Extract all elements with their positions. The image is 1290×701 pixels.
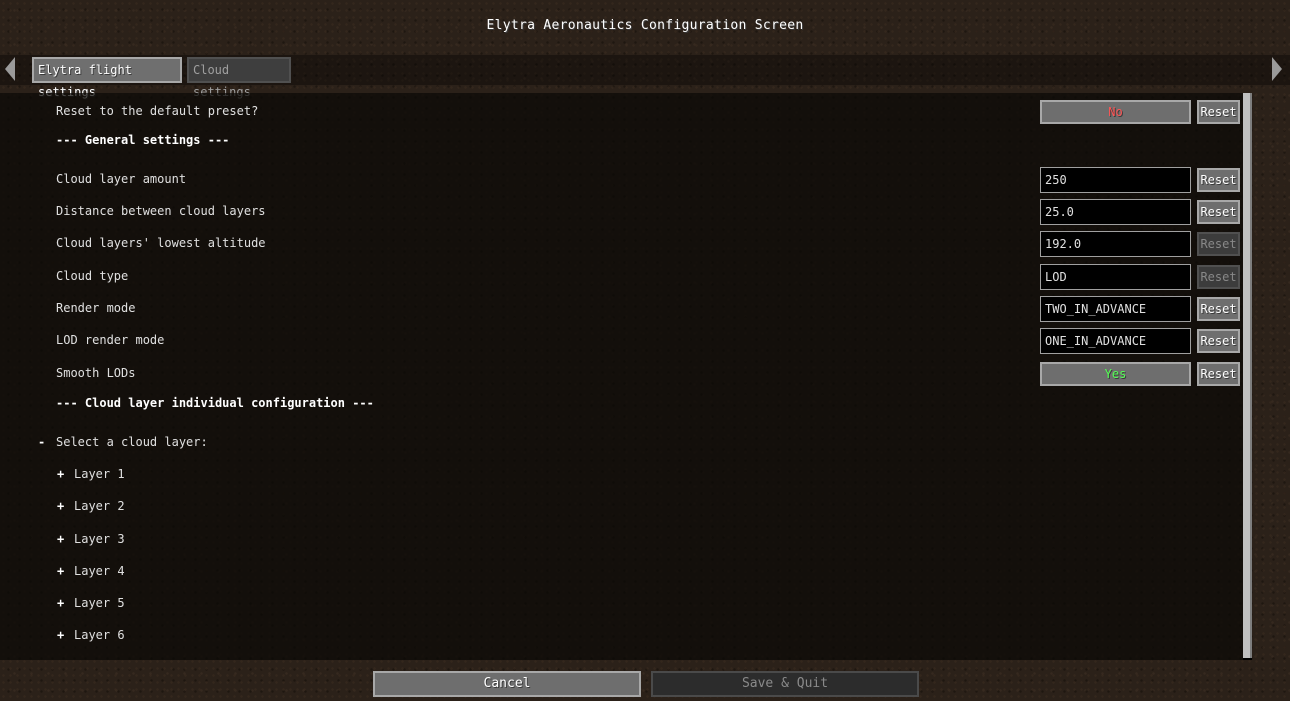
expand-icon[interactable]: + bbox=[57, 532, 64, 546]
expand-icon[interactable]: + bbox=[57, 628, 64, 642]
cloud-type-field[interactable]: LOD bbox=[1040, 264, 1191, 290]
setting-label: Smooth LODs bbox=[56, 366, 136, 380]
tab-cloud-settings[interactable]: Cloud settings bbox=[187, 57, 291, 99]
setting-cloud-type: Cloud type LOD Reset bbox=[0, 264, 1250, 290]
section-general-settings: --- General settings --- bbox=[0, 128, 1250, 154]
lowest-altitude-field[interactable]: 192.0 bbox=[1040, 231, 1191, 257]
setting-render-mode: Render mode TWO_IN_ADVANCE Reset bbox=[0, 296, 1250, 322]
setting-label: Cloud layers' lowest altitude bbox=[56, 236, 266, 250]
tab-scroll-right-icon[interactable] bbox=[1272, 57, 1282, 81]
setting-label: Reset to the default preset? bbox=[56, 104, 259, 118]
layer-label: Layer 1 bbox=[74, 467, 125, 481]
render-mode-field[interactable]: TWO_IN_ADVANCE bbox=[1040, 296, 1191, 322]
collapse-icon[interactable]: - bbox=[38, 435, 45, 449]
setting-distance-between-layers: Distance between cloud layers 25.0 Reset bbox=[0, 199, 1250, 225]
tab-elytra-flight-settings[interactable]: Elytra flight settings bbox=[32, 57, 182, 99]
toggle-value: Yes bbox=[1104, 367, 1127, 381]
layer-label: Layer 5 bbox=[74, 596, 125, 610]
layer-item[interactable]: + Layer 5 bbox=[0, 591, 1250, 617]
smooth-lods-toggle[interactable]: Yes bbox=[1040, 362, 1191, 386]
layer-item[interactable]: + Layer 4 bbox=[0, 559, 1250, 585]
cancel-button[interactable]: Cancel bbox=[373, 671, 641, 697]
setting-label: Render mode bbox=[56, 301, 136, 315]
reset-button[interactable]: Reset bbox=[1197, 297, 1240, 321]
layer-item[interactable]: + Layer 3 bbox=[0, 527, 1250, 553]
layer-item[interactable]: + Layer 1 bbox=[0, 462, 1250, 488]
lod-render-mode-field[interactable]: ONE_IN_ADVANCE bbox=[1040, 328, 1191, 354]
layer-label: Layer 3 bbox=[74, 532, 125, 546]
section-header: --- General settings --- bbox=[56, 133, 230, 147]
layer-item[interactable]: + Layer 6 bbox=[0, 623, 1250, 649]
expand-icon[interactable]: + bbox=[57, 564, 64, 578]
expand-icon[interactable]: + bbox=[57, 596, 64, 610]
reset-button[interactable]: Reset bbox=[1197, 329, 1240, 353]
setting-label: Cloud layer amount bbox=[56, 172, 187, 186]
group-label: Select a cloud layer: bbox=[56, 435, 208, 449]
reset-button[interactable]: Reset bbox=[1197, 168, 1240, 192]
reset-button[interactable]: Reset bbox=[1197, 232, 1240, 256]
section-cloud-layer-config: --- Cloud layer individual configuration… bbox=[0, 391, 1250, 417]
layer-item[interactable]: + Layer 2 bbox=[0, 494, 1250, 520]
reset-button[interactable]: Reset bbox=[1197, 200, 1240, 224]
layer-label: Layer 4 bbox=[74, 564, 125, 578]
reset-button[interactable]: Reset bbox=[1197, 265, 1240, 289]
tab-scroll-left-icon[interactable] bbox=[5, 57, 15, 81]
distance-between-layers-field[interactable]: 25.0 bbox=[1040, 199, 1191, 225]
expand-icon[interactable]: + bbox=[57, 499, 64, 513]
save-quit-button[interactable]: Save & Quit bbox=[651, 671, 919, 697]
reset-button[interactable]: Reset bbox=[1197, 100, 1240, 124]
window-title: Elytra Aeronautics Configuration Screen bbox=[486, 18, 804, 33]
expand-icon[interactable]: + bbox=[57, 467, 64, 481]
select-cloud-layer-group[interactable]: - Select a cloud layer: bbox=[0, 430, 1250, 456]
setting-label: Distance between cloud layers bbox=[56, 204, 266, 218]
section-header: --- Cloud layer individual configuration… bbox=[56, 396, 374, 410]
setting-lowest-altitude: Cloud layers' lowest altitude 192.0 Rese… bbox=[0, 231, 1250, 257]
layer-label: Layer 6 bbox=[74, 628, 125, 642]
setting-lod-render-mode: LOD render mode ONE_IN_ADVANCE Reset bbox=[0, 328, 1250, 354]
toggle-value: No bbox=[1108, 105, 1123, 119]
layer-label: Layer 2 bbox=[74, 499, 125, 513]
tab-bar: Elytra flight settings Cloud settings bbox=[0, 55, 1290, 99]
setting-label: Cloud type bbox=[56, 269, 129, 283]
setting-cloud-layer-amount: Cloud layer amount 250 Reset bbox=[0, 167, 1250, 193]
setting-reset-preset: Reset to the default preset? No Reset bbox=[0, 99, 1250, 125]
cloud-layer-amount-field[interactable]: 250 bbox=[1040, 167, 1191, 193]
setting-smooth-lods: Smooth LODs Yes Reset bbox=[0, 361, 1250, 387]
reset-preset-toggle[interactable]: No bbox=[1040, 100, 1191, 124]
reset-button[interactable]: Reset bbox=[1197, 362, 1240, 386]
setting-label: LOD render mode bbox=[56, 333, 165, 347]
